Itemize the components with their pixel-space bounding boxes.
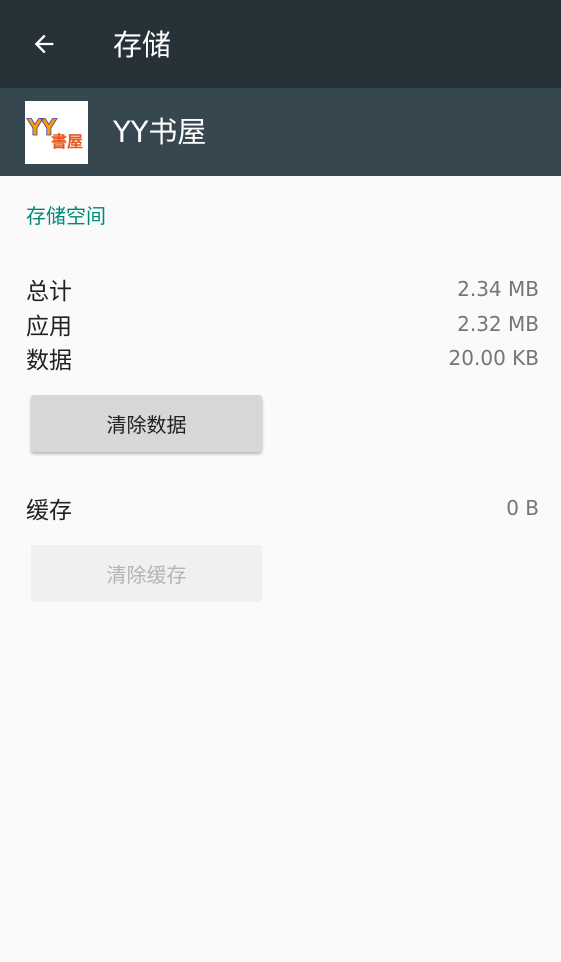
clear-cache-button: 清除缓存 <box>31 545 262 602</box>
storage-row-value: 20.00 KB <box>448 346 539 370</box>
storage-row-total: 总计 2.34 MB <box>26 272 539 306</box>
toolbar: 存储 <box>0 0 561 88</box>
app-icon: YY 書屋 <box>25 101 88 164</box>
app-header: YY 書屋 YY书屋 <box>0 88 561 176</box>
storage-row-app: 应用 2.32 MB <box>26 307 539 341</box>
cache-row: 缓存 0 B <box>26 491 539 525</box>
page-title: 存储 <box>113 28 172 62</box>
storage-row-value: 2.32 MB <box>457 312 539 336</box>
app-name: YY书屋 <box>113 115 207 149</box>
storage-row-label: 总计 <box>26 279 72 305</box>
storage-row-data: 数据 20.00 KB <box>26 341 539 375</box>
clear-data-button[interactable]: 清除数据 <box>31 395 262 452</box>
cache-value: 0 B <box>506 496 539 520</box>
back-button[interactable] <box>22 22 66 66</box>
storage-row-label: 应用 <box>26 314 72 340</box>
cache-label: 缓存 <box>26 498 72 524</box>
arrow-back-icon <box>34 34 54 54</box>
storage-row-label: 数据 <box>26 348 72 374</box>
svg-text:書屋: 書屋 <box>51 132 83 151</box>
app-logo-icon: YY 書屋 <box>25 101 88 164</box>
storage-section-title: 存储空间 <box>26 204 106 228</box>
storage-row-value: 2.34 MB <box>457 277 539 301</box>
